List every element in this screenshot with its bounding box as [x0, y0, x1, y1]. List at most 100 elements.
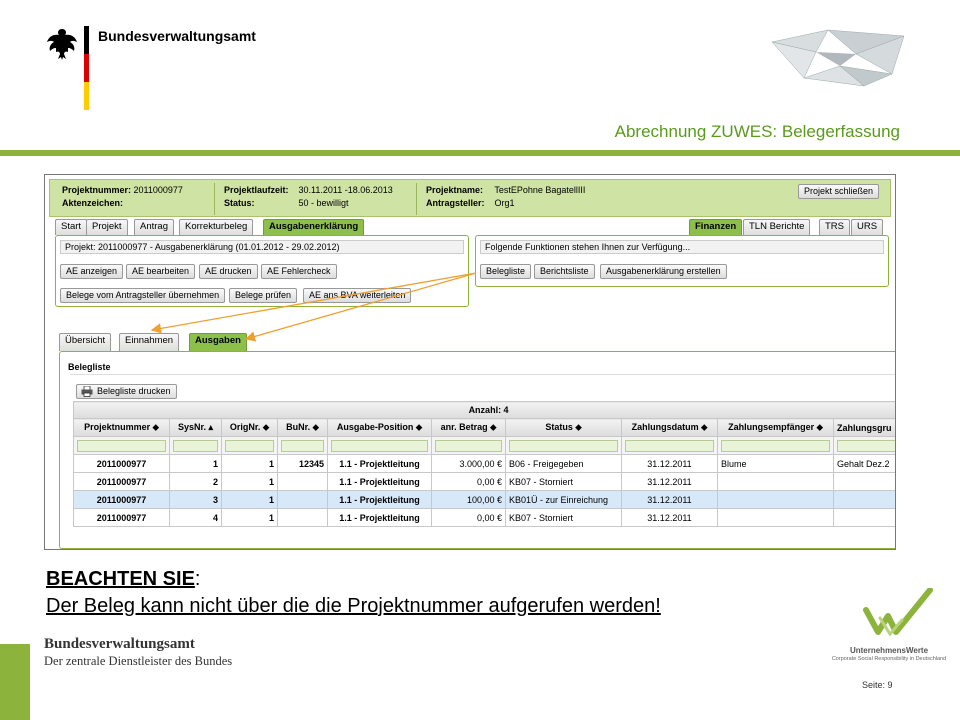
- tab-trs[interactable]: TRS: [819, 219, 850, 235]
- berichtsliste-button[interactable]: Berichtsliste: [534, 264, 595, 279]
- finanzen-panel: Folgende Funktionen stehen Ihnen zur Ver…: [475, 235, 889, 287]
- tab-urs[interactable]: URS: [851, 219, 884, 235]
- cell-bunr: [277, 490, 328, 509]
- tab-korrekturbeleg[interactable]: Korrekturbeleg: [179, 219, 254, 235]
- table-row[interactable]: 2011000977 3 1 1.1 - Projektleitung 100,…: [73, 490, 895, 509]
- filter-input[interactable]: [435, 439, 502, 452]
- main-tabs: Start Projekt Antrag Korrekturbeleg Ausg…: [55, 219, 385, 235]
- filter-input[interactable]: [509, 439, 618, 452]
- cell-grund: Gehalt Dez.2: [832, 454, 895, 473]
- cell-sysnr: 4: [169, 508, 222, 527]
- cell-betrag: 100,00 €: [431, 490, 506, 509]
- filter-input[interactable]: [837, 439, 895, 452]
- belegliste-drucken-button[interactable]: Belegliste drucken: [76, 384, 177, 399]
- table-row[interactable]: 2011000977 4 1 1.1 - Projektleitung 0,00…: [73, 508, 895, 527]
- col-ausgabe-position[interactable]: Ausgabe-Position ⬥: [327, 418, 432, 437]
- close-project-button[interactable]: Projekt schließen: [798, 184, 880, 199]
- projektnummer-label: Projektnummer:: [62, 185, 132, 195]
- tab-ausgaben[interactable]: Ausgaben: [189, 333, 247, 351]
- note: BEACHTEN SIE: Der Beleg kann nicht über …: [46, 568, 661, 618]
- filter-input[interactable]: [721, 439, 830, 452]
- filter-input[interactable]: [225, 439, 274, 452]
- right-tabs: Finanzen TLN Berichte TRS URS: [689, 219, 889, 235]
- col-zahlungsempfaenger[interactable]: Zahlungsempfänger ⬥: [717, 418, 834, 437]
- german-flag: [84, 26, 89, 110]
- note-text: Der Beleg kann nicht über die die Projek…: [46, 595, 661, 617]
- cell-projektnummer: 2011000977: [73, 472, 170, 491]
- cell-status: KB01Ü - zur Einreichung: [505, 490, 622, 509]
- cell-orignr: 1: [221, 472, 278, 491]
- cell-empfaenger: Blume: [717, 454, 834, 473]
- cell-empfaenger: [717, 490, 834, 509]
- belegliste-button[interactable]: Belegliste: [480, 264, 532, 279]
- page-number: Seite: 9: [862, 680, 893, 690]
- col-zahlungsdatum[interactable]: Zahlungsdatum ⬥: [621, 418, 718, 437]
- cell-empfaenger: [717, 472, 834, 491]
- filter-input[interactable]: [173, 439, 218, 452]
- filter-input[interactable]: [331, 439, 428, 452]
- table-row[interactable]: 2011000977 2 1 1.1 - Projektleitung 0,00…: [73, 472, 895, 491]
- col-status[interactable]: Status ⬥: [505, 418, 622, 437]
- cell-orignr: 1: [221, 508, 278, 527]
- laufzeit-label: Projektlaufzeit:: [224, 185, 289, 195]
- cell-grund: [832, 472, 895, 491]
- cell-status: B06 - Freigegeben: [505, 454, 622, 473]
- filter-input[interactable]: [281, 439, 324, 452]
- app-screenshot: Projektnummer: 2011000977 Aktenzeichen: …: [44, 174, 896, 550]
- col-orignr[interactable]: OrigNr. ⬥: [221, 418, 278, 437]
- uw-name: UnternehmensWerte: [849, 646, 929, 655]
- footer-accent: [0, 644, 30, 720]
- projektname-value: TestEPohne BagatellIII: [494, 185, 586, 195]
- divider: [0, 150, 960, 156]
- cell-betrag: 0,00 €: [431, 472, 506, 491]
- cell-zahlungsdatum: 31.12.2011: [621, 490, 718, 509]
- ausgabenerklaerung-erstellen-button[interactable]: Ausgabenerklärung erstellen: [600, 264, 727, 279]
- cell-projektnummer: 2011000977: [73, 454, 170, 473]
- belegliste-drucken-label: Belegliste drucken: [97, 386, 171, 396]
- ae-weiterleiten-button[interactable]: AE ans BVA weiterleiten: [303, 288, 412, 303]
- cell-zahlungsdatum: 31.12.2011: [621, 454, 718, 473]
- cell-bunr: 12345: [277, 454, 328, 473]
- cell-projektnummer: 2011000977: [73, 508, 170, 527]
- cell-status: KB07 - Storniert: [505, 508, 622, 527]
- grid-count: Anzahl: 4: [72, 401, 895, 419]
- note-heading: BEACHTEN SIE: [46, 568, 195, 590]
- cell-sysnr: 1: [169, 454, 222, 473]
- tab-ausgabenerklaerung[interactable]: Ausgabenerklärung: [263, 219, 365, 235]
- tab-uebersicht[interactable]: Übersicht: [59, 333, 112, 351]
- cell-zahlungsdatum: 31.12.2011: [621, 508, 718, 527]
- ae-anzeigen-button[interactable]: AE anzeigen: [60, 264, 124, 279]
- filter-input[interactable]: [77, 439, 166, 452]
- cell-position: 1.1 - Projektleitung: [327, 454, 432, 473]
- belege-pruefen-button[interactable]: Belege prüfen: [229, 288, 298, 303]
- project-header: Projektnummer: 2011000977 Aktenzeichen: …: [49, 179, 891, 217]
- col-sysnr[interactable]: SysNr. ▴: [169, 418, 222, 437]
- panel-title: Projekt: 2011000977 - Ausgabenerklärung …: [60, 240, 464, 254]
- cell-orignr: 1: [221, 490, 278, 509]
- cell-grund: [832, 508, 895, 527]
- ae-bearbeiten-button[interactable]: AE bearbeiten: [126, 264, 196, 279]
- col-projektnummer[interactable]: Projektnummer ⬥: [73, 418, 170, 437]
- bva-logo: Bundesverwaltungsamt: [44, 26, 256, 116]
- org-name: Bundesverwaltungsamt: [98, 28, 256, 44]
- cell-betrag: 3.000,00 €: [431, 454, 506, 473]
- belege-uebernehmen-button[interactable]: Belege vom Antragsteller übernehmen: [60, 288, 226, 303]
- tab-start[interactable]: Start: [55, 219, 88, 235]
- tab-projekt[interactable]: Projekt: [86, 219, 128, 235]
- table-row[interactable]: 2011000977 1 1 12345 1.1 - Projektleitun…: [73, 454, 895, 473]
- ae-fehlercheck-button[interactable]: AE Fehlercheck: [261, 264, 337, 279]
- tab-einnahmen[interactable]: Einnahmen: [119, 333, 180, 351]
- col-bunr[interactable]: BuNr. ⬥: [277, 418, 328, 437]
- tab-finanzen[interactable]: Finanzen: [689, 219, 743, 235]
- tab-tln-berichte[interactable]: TLN Berichte: [743, 219, 811, 235]
- cell-projektnummer: 2011000977: [73, 490, 170, 509]
- decorative-logo: [771, 29, 905, 87]
- footer-org: Bundesverwaltungsamt Der zentrale Dienst…: [44, 636, 232, 669]
- filter-input[interactable]: [625, 439, 714, 452]
- tab-antrag[interactable]: Antrag: [134, 219, 174, 235]
- col-betrag[interactable]: anr. Betrag ⬥: [431, 418, 506, 437]
- col-zahlungsgrund[interactable]: Zahlungsgru: [832, 418, 895, 437]
- ausgabenerklaerung-panel: Projekt: 2011000977 - Ausgabenerklärung …: [55, 235, 469, 307]
- ae-drucken-button[interactable]: AE drucken: [199, 264, 258, 279]
- cell-sysnr: 2: [169, 472, 222, 491]
